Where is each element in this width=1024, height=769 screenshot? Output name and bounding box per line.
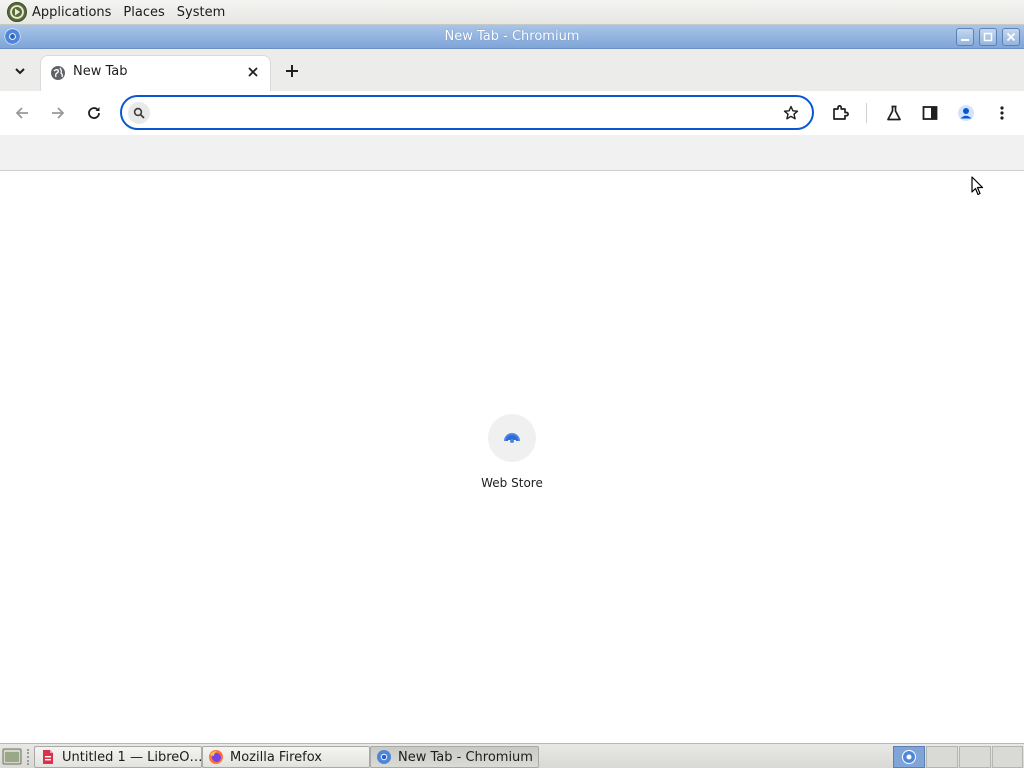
top-panel: Applications Places System bbox=[0, 0, 1024, 25]
firefox-icon bbox=[209, 750, 223, 764]
profile-button[interactable] bbox=[952, 99, 980, 127]
taskbar: Untitled 1 — LibreO… Mozilla Firefox New… bbox=[0, 743, 1024, 768]
workspace-4[interactable] bbox=[992, 746, 1023, 768]
libreoffice-icon bbox=[43, 750, 53, 764]
bookmark-bar bbox=[0, 135, 1024, 171]
bookmark-star-button[interactable] bbox=[780, 102, 802, 124]
tab-title: New Tab bbox=[73, 64, 128, 79]
workspace-3[interactable] bbox=[959, 746, 991, 768]
taskbar-item-chromium[interactable]: New Tab - Chromium bbox=[370, 746, 539, 768]
taskbar-item-firefox[interactable]: Mozilla Firefox bbox=[202, 746, 370, 768]
puzzle-icon bbox=[833, 105, 849, 120]
workspace-2[interactable] bbox=[926, 746, 958, 768]
taskbar-handle bbox=[27, 749, 31, 765]
chromium-icon bbox=[902, 750, 916, 764]
toolbar-divider bbox=[866, 103, 867, 123]
close-icon bbox=[248, 67, 258, 77]
flask-icon bbox=[887, 105, 901, 121]
maximize-button[interactable] bbox=[979, 28, 997, 46]
tab-new-tab[interactable]: New Tab bbox=[40, 55, 271, 91]
menu-places[interactable]: Places bbox=[117, 5, 170, 20]
window-title: New Tab - Chromium bbox=[444, 29, 580, 44]
web-store-icon bbox=[504, 433, 520, 444]
plus-icon bbox=[286, 65, 298, 77]
back-button[interactable] bbox=[8, 99, 36, 127]
new-tab-button[interactable] bbox=[280, 59, 304, 83]
arrow-right-icon bbox=[52, 107, 65, 119]
workspace-1[interactable] bbox=[893, 746, 925, 768]
close-tab-button[interactable] bbox=[244, 63, 262, 81]
shortcut-label: Web Store bbox=[481, 476, 543, 490]
maximize-icon bbox=[983, 32, 993, 42]
labs-button[interactable] bbox=[880, 99, 908, 127]
menu-system[interactable]: System bbox=[171, 5, 231, 20]
mouse-pointer-icon bbox=[971, 176, 984, 196]
close-window-button[interactable] bbox=[1002, 28, 1020, 46]
kebab-menu-icon bbox=[1000, 106, 1004, 120]
side-panel-icon bbox=[922, 106, 938, 120]
star-icon bbox=[783, 105, 799, 120]
toolbar bbox=[0, 91, 1024, 135]
extensions-button[interactable] bbox=[826, 99, 854, 127]
reload-icon bbox=[88, 107, 100, 119]
menu-button[interactable] bbox=[988, 99, 1016, 127]
avatar-icon bbox=[958, 105, 974, 121]
menu-applications[interactable]: Applications bbox=[28, 5, 117, 20]
minimize-button[interactable] bbox=[956, 28, 974, 46]
window-titlebar[interactable]: New Tab - Chromium bbox=[0, 25, 1024, 49]
chromium-icon[interactable] bbox=[4, 28, 21, 45]
taskbar-item-label: New Tab - Chromium bbox=[398, 749, 533, 765]
taskbar-item-label: Untitled 1 — LibreO… bbox=[62, 749, 202, 765]
reload-button[interactable] bbox=[80, 99, 108, 127]
shortcut-tile[interactable] bbox=[488, 414, 536, 462]
system-logo-icon[interactable] bbox=[6, 1, 28, 23]
tab-search-button[interactable] bbox=[8, 59, 32, 83]
taskbar-item-label: Mozilla Firefox bbox=[230, 749, 322, 765]
show-desktop-icon[interactable] bbox=[2, 748, 22, 765]
side-panel-button[interactable] bbox=[916, 99, 944, 127]
address-input[interactable] bbox=[156, 102, 756, 123]
shortcut-web-store[interactable]: Web Store bbox=[472, 414, 552, 494]
chevron-down-icon bbox=[15, 68, 25, 75]
forward-button[interactable] bbox=[44, 99, 72, 127]
arrow-left-icon bbox=[15, 107, 28, 119]
minimize-icon bbox=[961, 39, 969, 41]
close-icon bbox=[1006, 32, 1016, 42]
search-icon bbox=[128, 102, 150, 124]
tab-strip: New Tab bbox=[0, 49, 1024, 91]
address-bar[interactable] bbox=[120, 95, 814, 130]
new-tab-page: Web Store bbox=[0, 171, 1024, 743]
chromium-icon bbox=[377, 750, 391, 764]
globe-icon bbox=[51, 66, 65, 80]
taskbar-item-libreoffice[interactable]: Untitled 1 — LibreO… bbox=[34, 746, 202, 768]
